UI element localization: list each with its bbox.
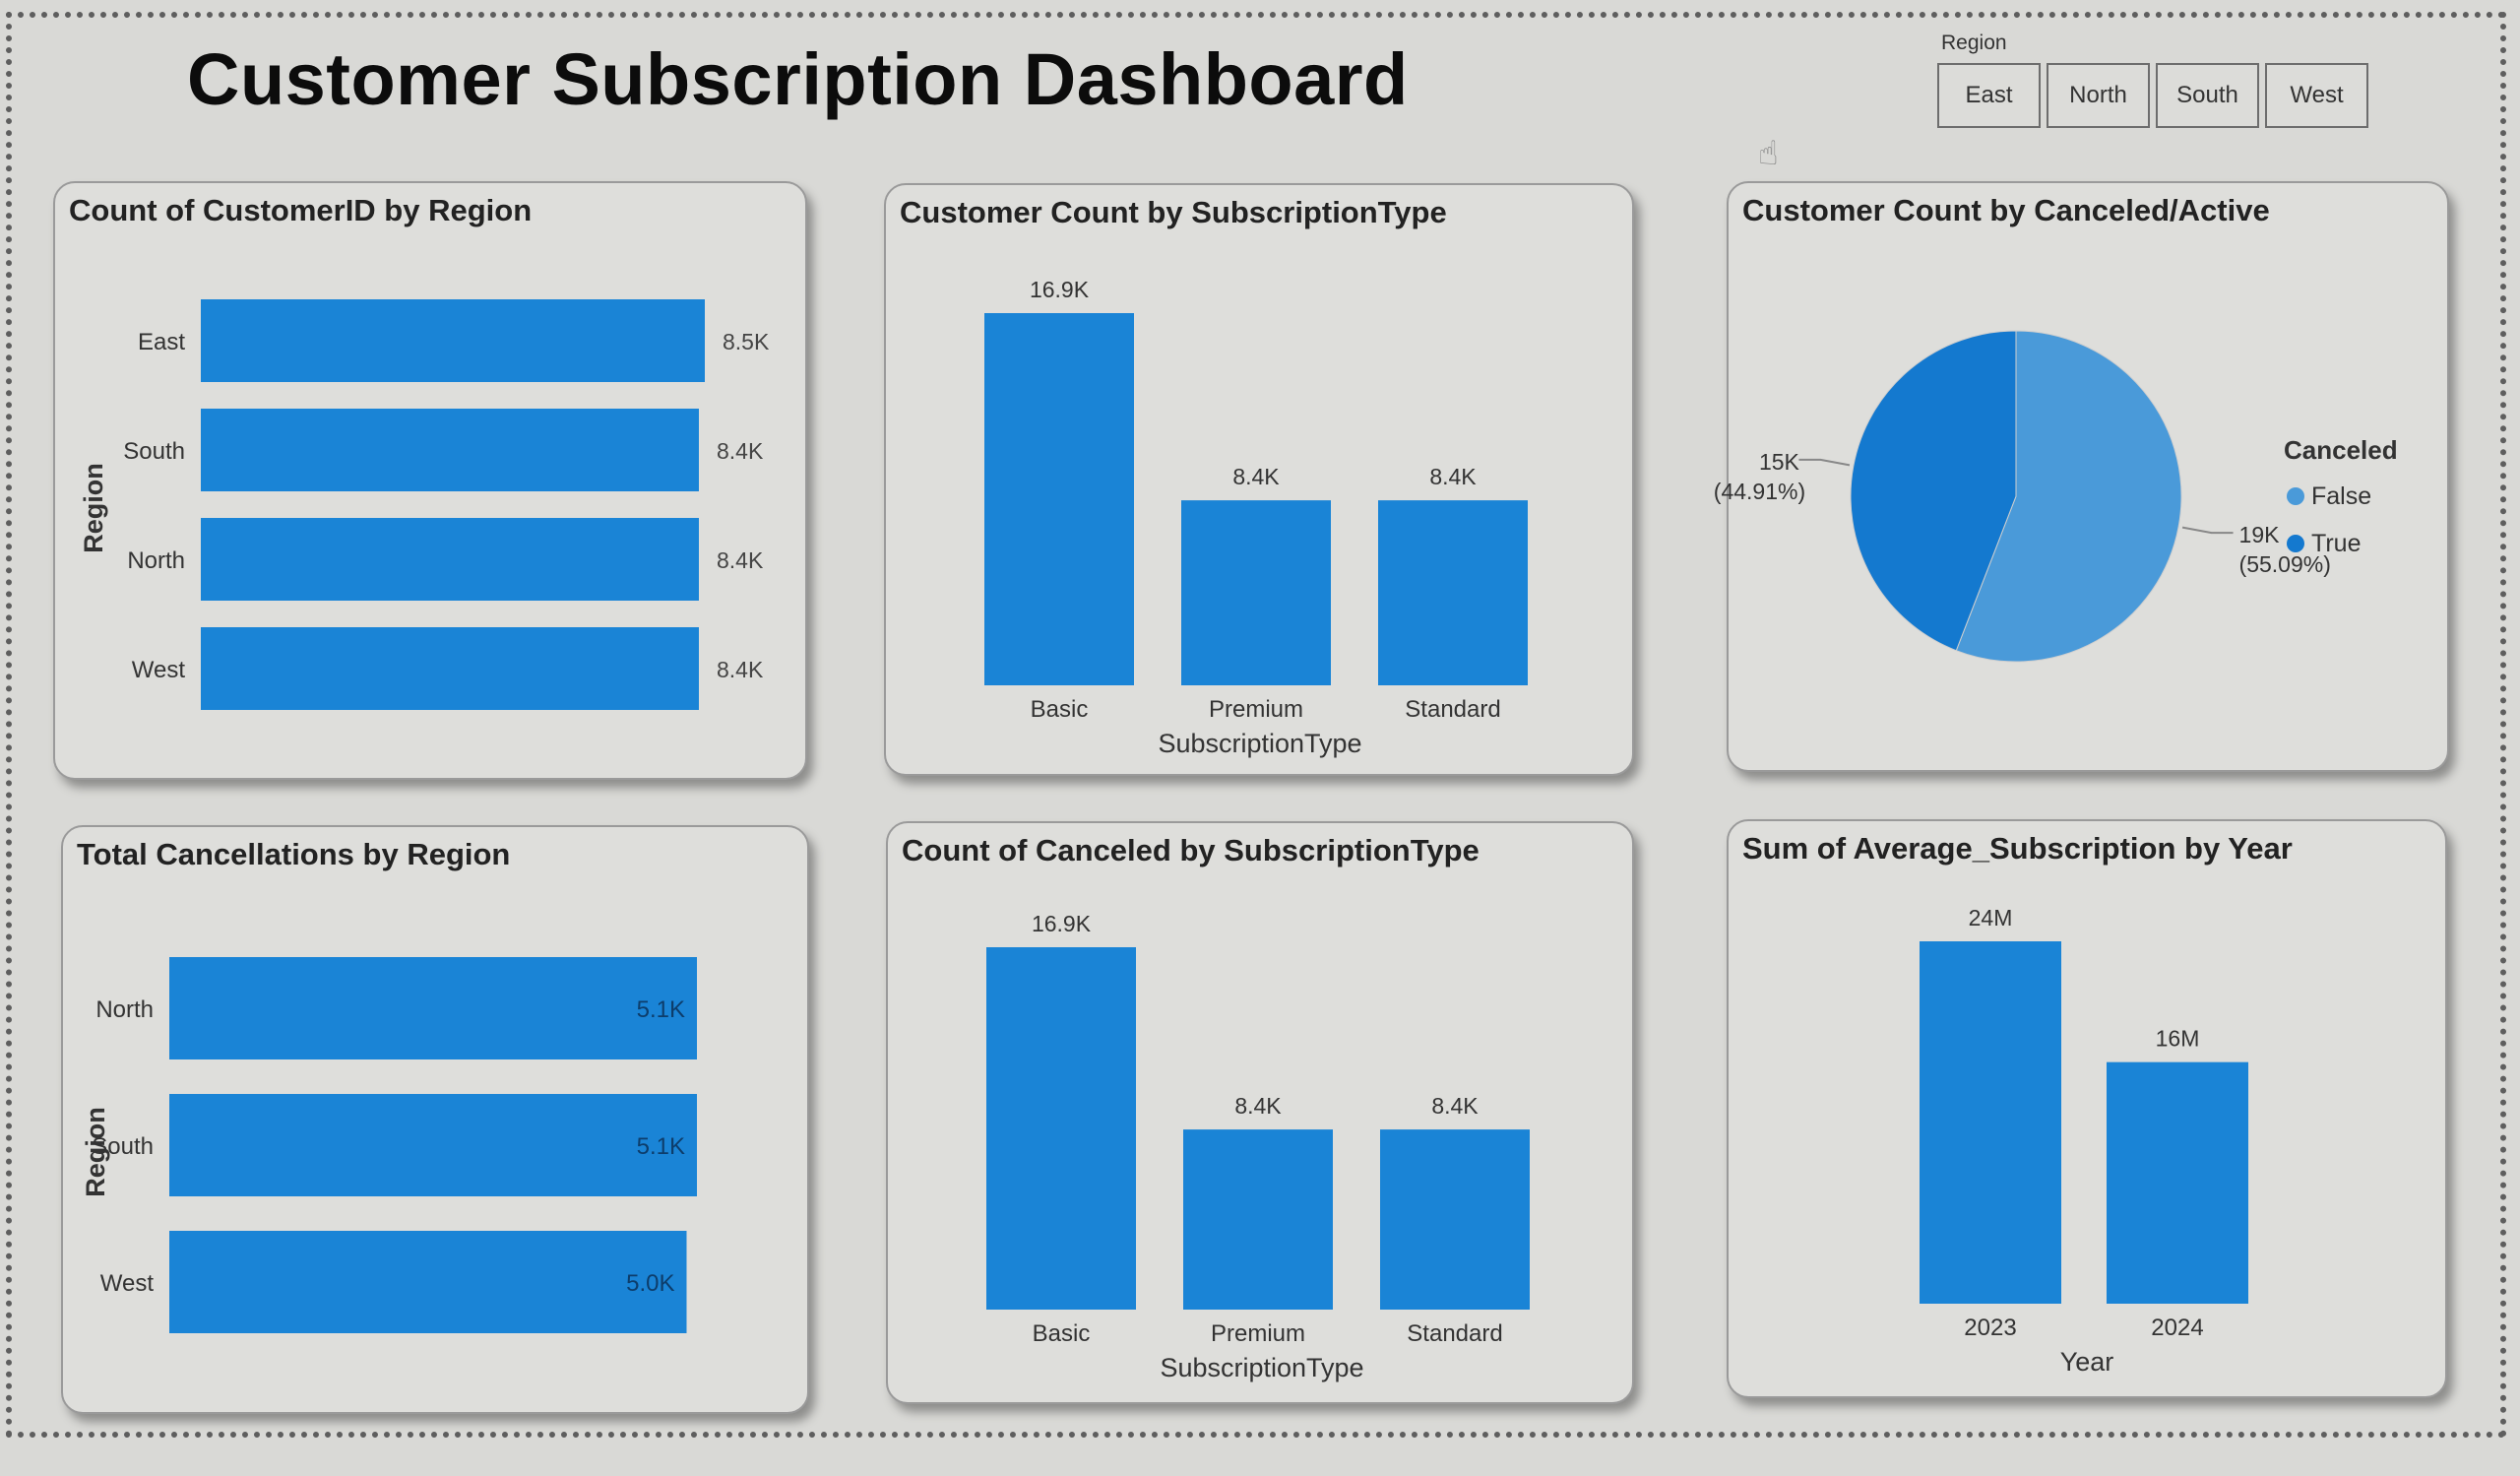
chart-avg-subscription-by-year: 24M 2023 16M 2024 Year: [1920, 905, 2248, 1377]
slicer-option-north[interactable]: North: [2047, 63, 2150, 128]
bar: [1920, 941, 2061, 1304]
card-count-by-region[interactable]: Count of CustomerID by Region East 8.5K So…: [53, 181, 807, 780]
data-label: 24M: [1969, 905, 2013, 931]
bar: [169, 1094, 697, 1196]
category-label: 2023: [1964, 1315, 2016, 1341]
slicer-option-east[interactable]: East: [1937, 63, 2041, 128]
chart-count-by-region: East 8.5K South 8.4K North 8.4K West 8.4K Region: [79, 299, 770, 710]
data-label: 16.9K: [1032, 911, 1092, 936]
slicer-title: Region: [1941, 32, 2007, 54]
bar: [1183, 1129, 1333, 1310]
slicer-buttons: East North South West: [1937, 63, 2368, 128]
chart-count-by-subscription: 16.9K Basic 8.4K Premium 8.4K Standard Subscri…: [984, 277, 1528, 758]
bar: [1378, 500, 1528, 685]
category-label: West: [100, 1270, 155, 1297]
chart-canceled-by-subscription: 16.9K Basic 8.4K Premium 8.4K Standard Subscri…: [986, 911, 1530, 1382]
card-cancellations-by-region[interactable]: Total Cancellations by Region North 5.1K S…: [61, 825, 809, 1414]
data-label: 8.4K: [1431, 1093, 1479, 1119]
category-label: Standard: [1405, 696, 1500, 723]
axis-label-x: SubscriptionType: [1160, 1353, 1363, 1382]
axis-label-y: Region: [81, 1107, 110, 1197]
data-label: 8.5K: [723, 329, 770, 354]
data-label: 16M: [2156, 1026, 2200, 1052]
category-label: North: [95, 996, 154, 1023]
card-count-by-subscription[interactable]: Customer Count by SubscriptionType 16.9K…: [884, 183, 1634, 776]
data-label: 8.4K: [717, 547, 764, 573]
bar: [201, 409, 699, 491]
data-label: 5.0K: [626, 1270, 674, 1297]
category-label: Premium: [1209, 696, 1303, 723]
region-slicer: Region East North South West: [1937, 32, 2368, 128]
data-label: 8.4K: [717, 657, 764, 682]
data-label: 5.1K: [637, 1133, 685, 1160]
bar: [201, 518, 699, 601]
bar: [984, 313, 1134, 685]
card-count-by-canceled[interactable]: Customer Count by Canceled/Active 19K (55…: [1714, 181, 2449, 772]
data-label-percent: (44.91%): [1714, 479, 1805, 504]
bar: [2107, 1061, 2248, 1304]
data-label: 8.4K: [1232, 464, 1280, 489]
data-label: 8.4K: [717, 438, 764, 464]
chart-cancellations-by-region: North 5.1KSouth 5.1KWest 5.0KRegion: [81, 957, 697, 1333]
data-label: 5.1K: [637, 996, 685, 1023]
axis-label-x: Year: [2060, 1347, 2114, 1377]
category-label: Standard: [1407, 1320, 1502, 1347]
axis-label-y: Region: [79, 463, 108, 553]
category-label: Premium: [1211, 1320, 1305, 1347]
category-label: 2024: [2151, 1315, 2203, 1341]
slicer-option-west[interactable]: West: [2265, 63, 2368, 128]
category-label: North: [127, 547, 185, 574]
bar: [986, 947, 1136, 1310]
data-label: 16.9K: [1030, 277, 1090, 302]
bar: [169, 957, 697, 1059]
data-label: 8.4K: [1429, 464, 1477, 489]
category-label: Basic: [1033, 1320, 1091, 1347]
data-label: 8.4K: [1234, 1093, 1282, 1119]
category-label: East: [138, 329, 185, 355]
bar: [169, 1231, 687, 1333]
chart-count-by-canceled: 19K(55.09%)15K(44.91%)CanceledFalseTrue: [1714, 330, 2398, 663]
bar: [1181, 500, 1331, 685]
card-avg-subscription-by-year[interactable]: Sum of Average_Subscription by Year 24M 2…: [1727, 819, 2447, 1398]
page-title: Customer Subscription Dashboard: [187, 38, 1409, 120]
leader-line: [2181, 526, 2234, 535]
data-label: 15K: [1759, 449, 1800, 475]
bar: [201, 627, 699, 710]
legend-title: Canceled: [2284, 435, 2398, 465]
legend-marker: [2287, 535, 2304, 552]
legend-label: True: [2311, 530, 2361, 557]
category-label: Basic: [1031, 696, 1089, 723]
legend-marker: [2287, 487, 2304, 505]
category-label: West: [132, 657, 186, 683]
data-label: 19K: [2239, 522, 2281, 547]
legend-label: False: [2311, 482, 2371, 510]
axis-label-x: SubscriptionType: [1158, 729, 1361, 758]
leader-line: [1798, 458, 1851, 467]
bar: [201, 299, 705, 382]
category-label: South: [123, 438, 185, 465]
bar: [1380, 1129, 1530, 1310]
slicer-option-south[interactable]: South: [2156, 63, 2259, 128]
hand-cursor-icon: ☝: [1758, 135, 1779, 172]
card-canceled-by-subscription[interactable]: Count of Canceled by SubscriptionType 16…: [886, 821, 1634, 1404]
